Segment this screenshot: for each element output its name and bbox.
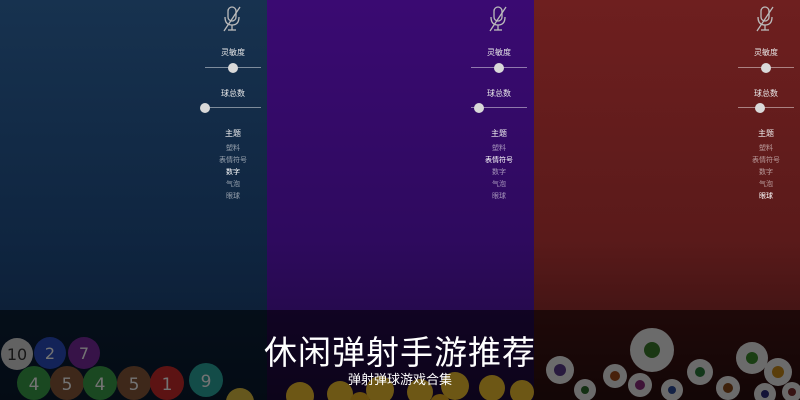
theme-option-plastic[interactable]: 塑料 [203, 142, 263, 154]
ball-count-slider[interactable] [471, 103, 527, 113]
theme-heading: 主题 [491, 129, 507, 138]
settings-controls: 灵敏度 球总数 主题 塑料 表情符号 数字 气泡 眼球 [469, 0, 529, 210]
slider-thumb[interactable] [228, 63, 238, 73]
microphone-muted-icon[interactable] [486, 5, 510, 33]
theme-option-plastic[interactable]: 塑料 [736, 142, 796, 154]
sensitivity-label: 灵敏度 [221, 48, 245, 57]
sensitivity-label: 灵敏度 [754, 48, 778, 57]
theme-option-bubbles[interactable]: 气泡 [469, 178, 529, 190]
theme-option-bubbles[interactable]: 气泡 [203, 178, 263, 190]
sensitivity-label: 灵敏度 [487, 48, 511, 57]
theme-option-numbers[interactable]: 数字 [203, 166, 263, 178]
theme-option-numbers[interactable]: 数字 [736, 166, 796, 178]
slider-thumb[interactable] [494, 63, 504, 73]
theme-option-bubbles[interactable]: 气泡 [736, 178, 796, 190]
theme-heading: 主题 [225, 129, 241, 138]
slider-thumb[interactable] [755, 103, 766, 113]
theme-option-numbers[interactable]: 数字 [469, 166, 529, 178]
settings-controls: 灵敏度 球总数 主题 塑料 表情符号 数字 气泡 眼球 [736, 0, 796, 210]
sensitivity-slider[interactable] [738, 63, 794, 73]
ball-count-label: 球总数 [487, 89, 511, 98]
banner-subtitle: 弹射弹球游戏合集 [347, 373, 452, 388]
theme-option-emoji[interactable]: 表情符号 [736, 154, 796, 166]
theme-option-eyeballs[interactable]: 眼球 [469, 190, 529, 202]
microphone-muted-icon[interactable] [220, 5, 244, 33]
theme-heading: 主题 [758, 129, 774, 138]
slider-track [738, 107, 794, 108]
slider-thumb[interactable] [200, 103, 210, 113]
theme-option-eyeballs[interactable]: 眼球 [203, 190, 263, 202]
theme-option-plastic[interactable]: 塑料 [469, 142, 529, 154]
slider-thumb[interactable] [761, 63, 771, 73]
banner-title: 休闲弹射手游推荐 [264, 333, 536, 372]
theme-option-emoji[interactable]: 表情符号 [469, 154, 529, 166]
theme-list: 主题 塑料 表情符号 数字 气泡 眼球 [469, 128, 529, 202]
theme-option-emoji[interactable]: 表情符号 [203, 154, 263, 166]
slider-track [205, 107, 261, 108]
ball-count-label: 球总数 [754, 89, 778, 98]
ball-count-slider[interactable] [200, 103, 261, 113]
sensitivity-slider[interactable] [471, 63, 527, 73]
theme-list: 主题 塑料 表情符号 数字 气泡 眼球 [203, 128, 263, 202]
settings-controls: 灵敏度 球总数 主题 塑料 表情符号 数字 气泡 眼球 [200, 0, 263, 210]
sensitivity-slider[interactable] [205, 63, 261, 73]
slider-thumb[interactable] [474, 103, 485, 113]
ball-count-slider[interactable] [738, 103, 794, 113]
microphone-muted-icon[interactable] [753, 5, 777, 33]
ball-count-label: 球总数 [221, 89, 245, 98]
theme-list: 主题 塑料 表情符号 数字 气泡 眼球 [736, 128, 796, 202]
theme-option-eyeballs[interactable]: 眼球 [736, 190, 796, 202]
